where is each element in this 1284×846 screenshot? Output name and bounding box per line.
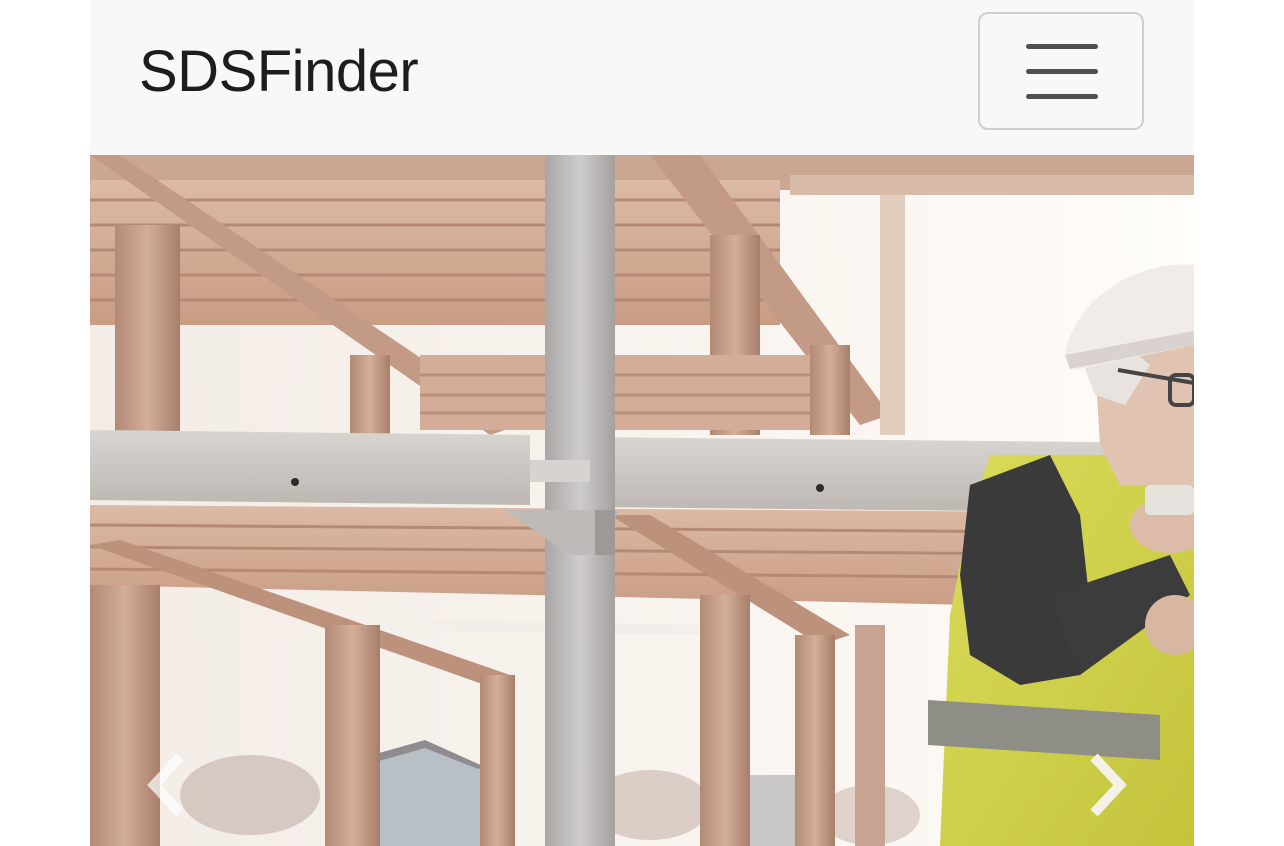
hero-construction-image bbox=[90, 155, 1194, 846]
hamburger-menu-icon bbox=[1026, 44, 1098, 100]
navbar: SDSFinder bbox=[90, 0, 1194, 155]
chevron-right-icon bbox=[1090, 753, 1127, 817]
carousel-next-button[interactable] bbox=[1080, 745, 1140, 825]
chevron-left-icon bbox=[147, 753, 184, 817]
navbar-toggle-button[interactable] bbox=[978, 12, 1144, 130]
brand-link[interactable]: SDSFinder bbox=[139, 40, 419, 104]
carousel-prev-button[interactable] bbox=[140, 745, 200, 825]
hero-carousel bbox=[90, 155, 1194, 846]
page: SDSFinder bbox=[90, 0, 1194, 846]
